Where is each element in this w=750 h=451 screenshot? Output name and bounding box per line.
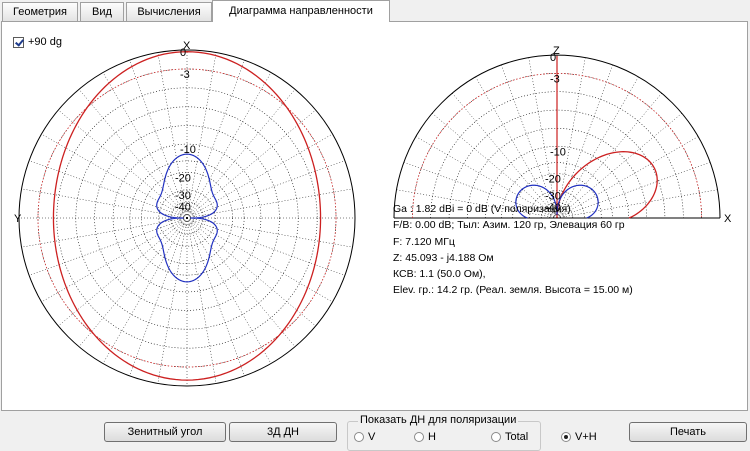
tab-radiation-pattern[interactable]: Диаграмма направленности [212,0,390,22]
radio-vh-label: V+H [575,431,597,443]
checkbox-box[interactable] [13,36,24,48]
info-elevation: Elev. гр.: 14.2 гр. (Реал. земля. Высота… [393,284,633,297]
radio-h-dot[interactable] [414,432,424,442]
radio-v-dot[interactable] [354,432,364,442]
3d-pattern-button[interactable]: 3Д ДН [229,422,337,442]
info-fb: F/B: 0.00 dB; Тыл: Азим. 120 гр, Элеваци… [393,219,625,232]
info-gain: Ga : 1.82 dBi = 0 dB (V поляризация) [393,203,571,215]
tab-calculations[interactable]: Вычисления [126,2,212,21]
zenith-angle-button[interactable]: Зенитный угол [104,422,226,442]
pattern-panel: +90 dg [1,21,748,411]
checkbox-label: +90 dg [28,36,62,48]
radio-h[interactable]: H [414,431,436,443]
tab-geometry[interactable]: Геометрия [2,2,78,21]
radio-v-label: V [368,431,376,443]
info-swr: КСВ: 1.1 (50.0 Ом), [393,268,486,281]
radio-total[interactable]: Total [491,431,528,443]
polarization-legend: Показать ДН для поляризации [358,414,519,426]
antenna-info: Ga : 1.82 dBi = 0 dB (V поляризация) F/B… [393,201,633,299]
tab-view[interactable]: Вид [80,2,124,21]
plus90-checkbox[interactable]: +90 dg [13,36,62,48]
tab-bar: Геометрия Вид Вычисления Диаграмма напра… [0,0,750,22]
radio-h-label: H [428,431,436,443]
polarization-group: Показать ДН для поляризации V H Total V+… [347,414,597,451]
print-button[interactable]: Печать [629,422,747,442]
info-impedance: Z: 45.093 - j4.188 Ом [393,251,494,264]
radio-total-label: Total [505,431,529,443]
radio-v[interactable]: V [354,431,375,443]
radio-vh-dot[interactable] [561,432,571,442]
radio-total-dot[interactable] [491,432,501,442]
radio-vh[interactable]: V+H [561,431,597,443]
info-frequency: F: 7.120 МГц [393,235,455,248]
